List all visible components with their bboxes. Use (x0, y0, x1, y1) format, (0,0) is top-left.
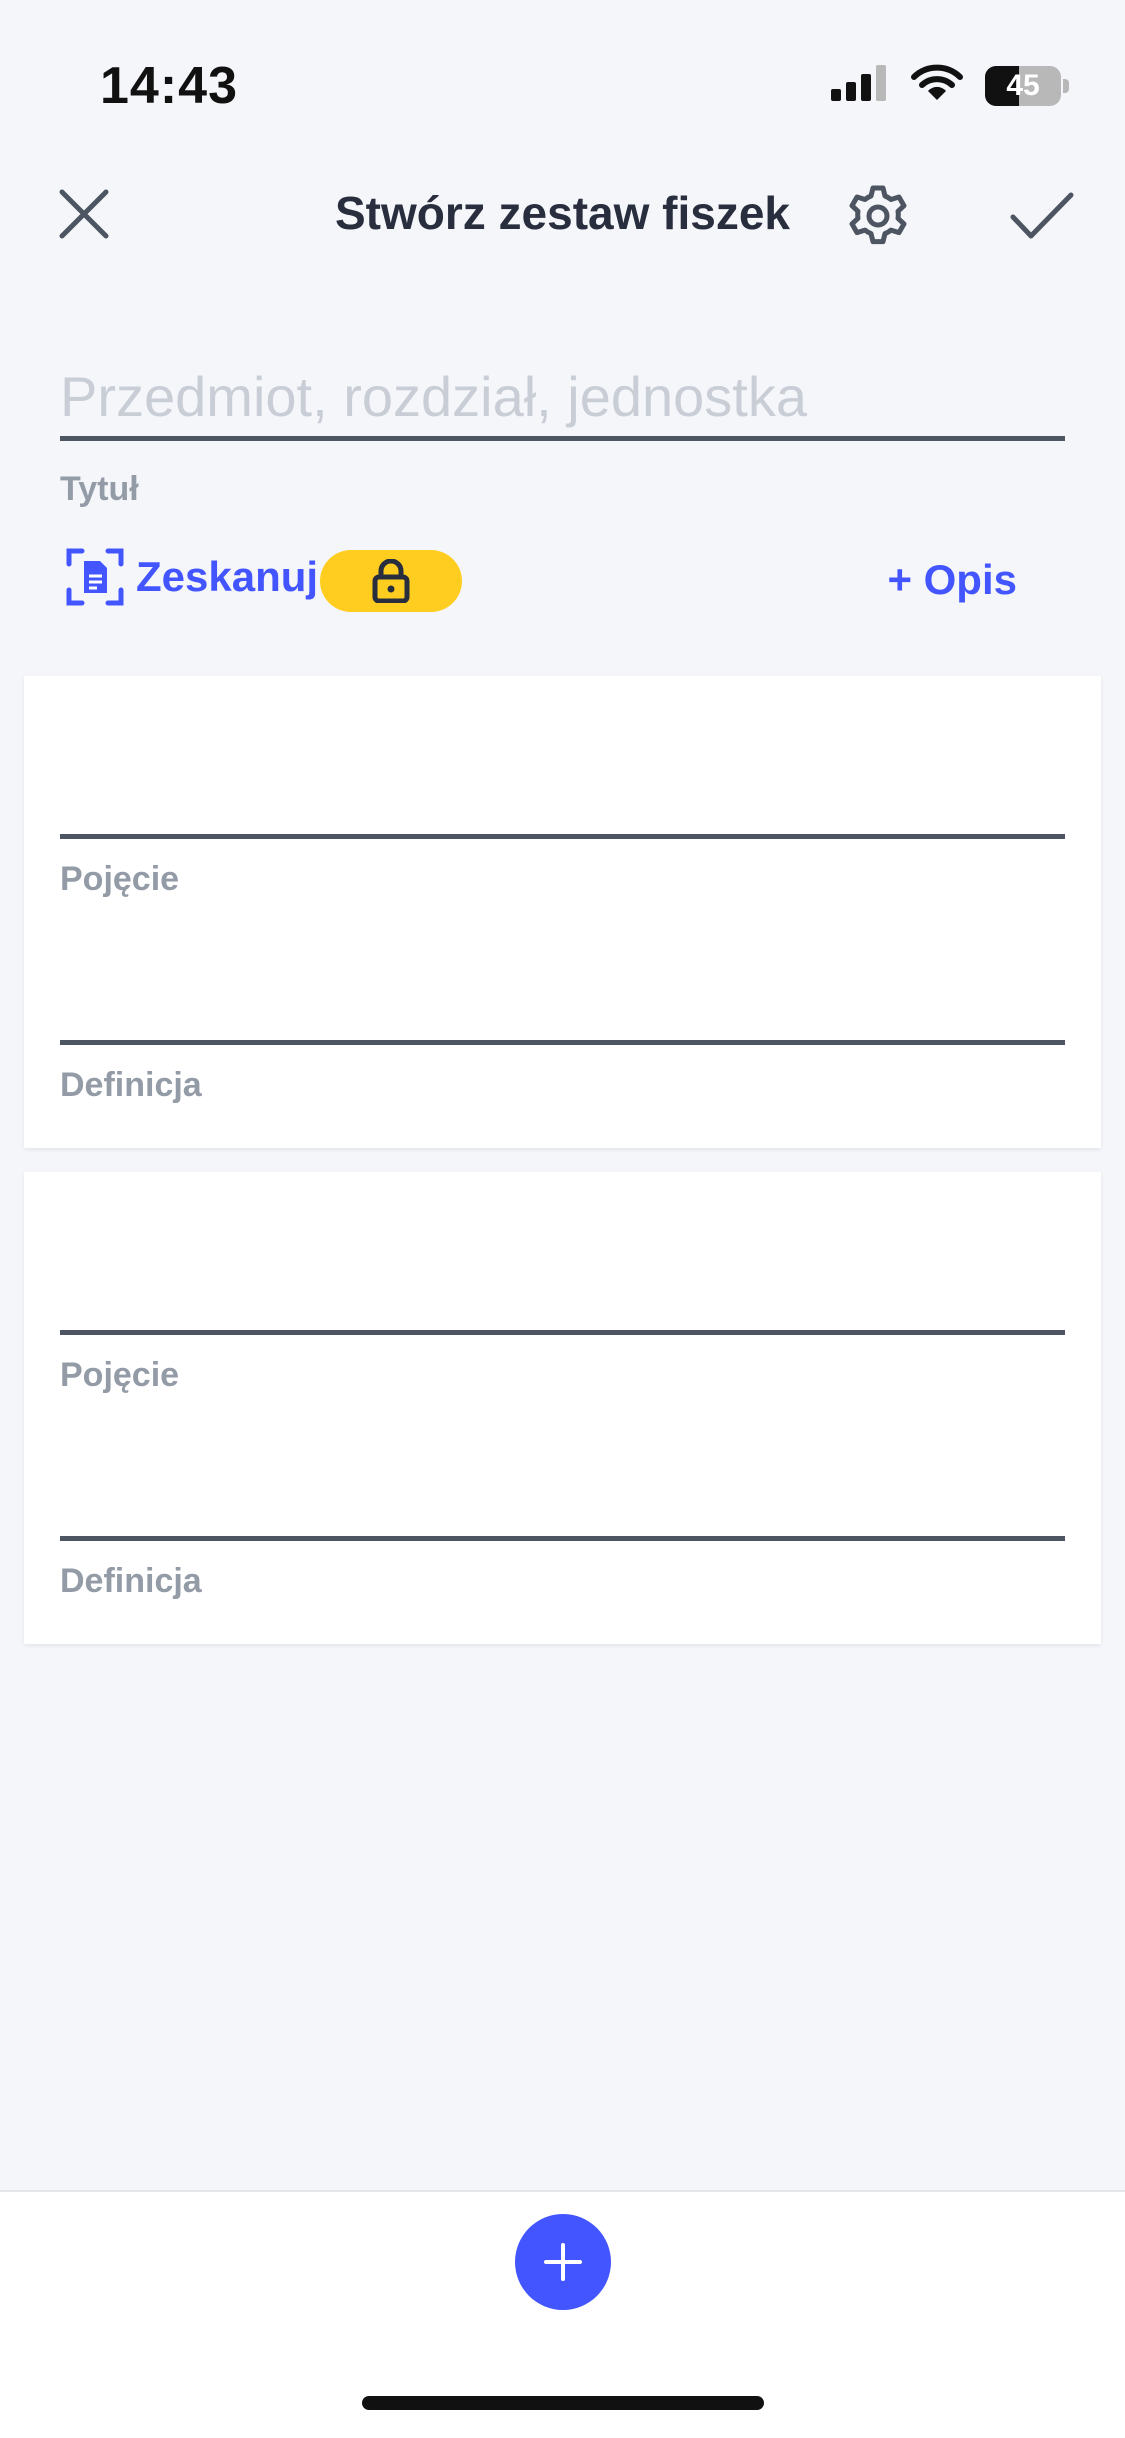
definition-input[interactable] (60, 1040, 1065, 1045)
term-input[interactable] (60, 834, 1065, 839)
flashcard-1: Pojęcie Definicja (24, 676, 1101, 1148)
plus-icon (544, 2243, 582, 2281)
page-title: Stwórz zestaw fiszek (334, 187, 791, 239)
save-button[interactable] (1004, 180, 1080, 252)
premium-lock-badge[interactable] (320, 550, 462, 612)
add-card-button[interactable] (515, 2214, 611, 2310)
term-input[interactable] (60, 1330, 1065, 1335)
title-label: Tytuł (60, 470, 139, 508)
gear-icon (849, 185, 907, 245)
cellular-signal-icon (831, 65, 889, 106)
add-description-button[interactable]: + Opis (887, 556, 1017, 604)
battery-level: 45 (1006, 68, 1040, 102)
home-indicator (362, 2396, 764, 2410)
settings-button[interactable] (842, 180, 914, 252)
term-label: Pojęcie (60, 1356, 180, 1394)
scan-label: Zeskanuj (136, 553, 319, 600)
battery-tip (1063, 78, 1069, 93)
title-input[interactable] (60, 356, 1065, 441)
lock-icon (372, 559, 410, 603)
document-scan-icon (66, 548, 124, 606)
definition-label: Definicja (60, 1066, 202, 1104)
flashcard-2: Pojęcie Definicja (24, 1172, 1101, 1644)
definition-label: Definicja (60, 1562, 202, 1600)
check-icon (1010, 192, 1074, 239)
wifi-icon (911, 64, 963, 107)
status-icons: 45 (831, 64, 1069, 107)
status-time: 14:43 (100, 57, 238, 115)
battery-icon: 45 (985, 65, 1061, 106)
term-label: Pojęcie (60, 860, 180, 898)
scan-button[interactable]: Zeskanuj (66, 548, 318, 606)
definition-input[interactable] (60, 1536, 1065, 1541)
